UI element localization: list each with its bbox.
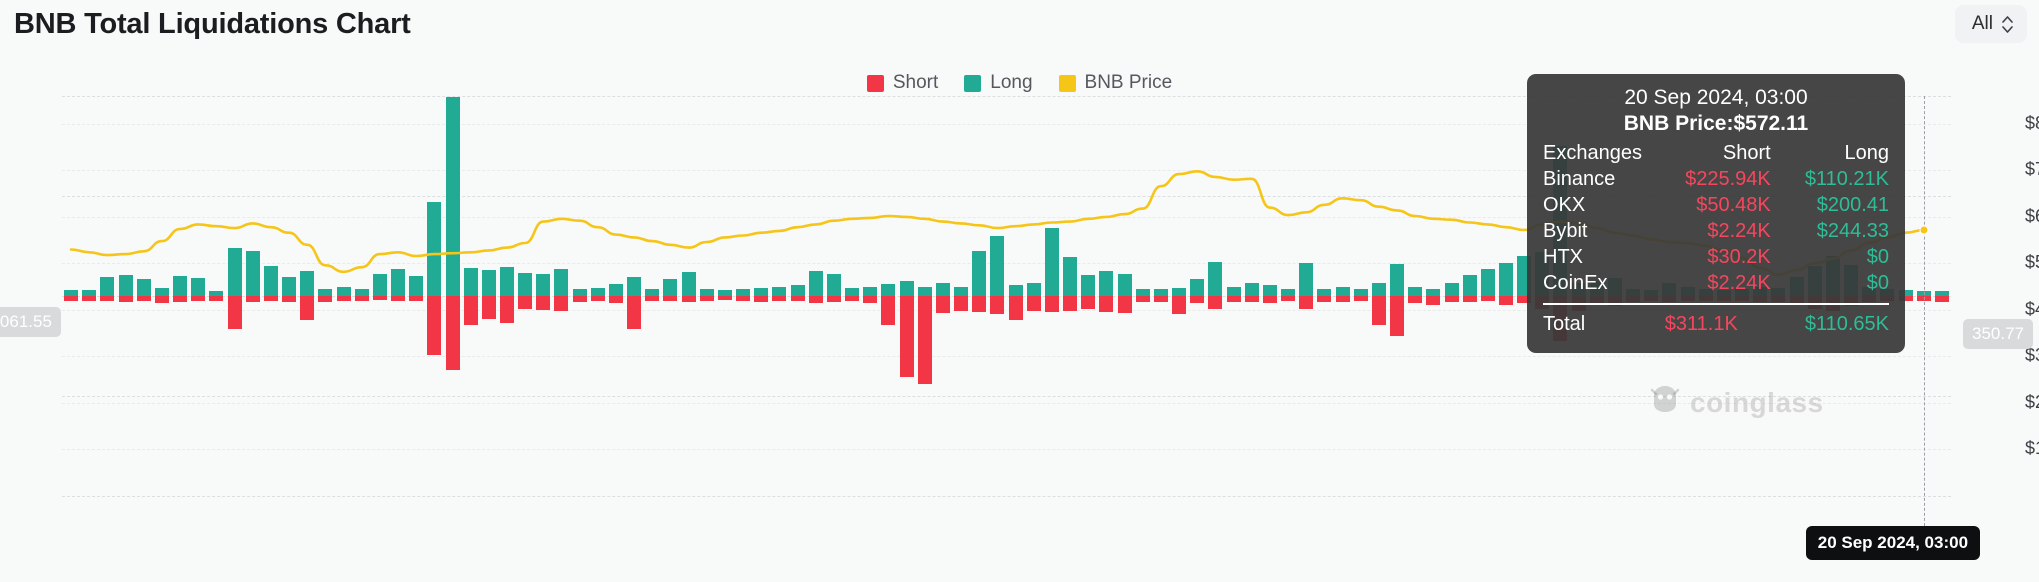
tooltip-long-value: $110.21K — [1787, 166, 1889, 192]
tooltip-long-value: $244.33 — [1787, 218, 1889, 244]
tooltip-col-short: Short — [1663, 140, 1786, 166]
gridline-h — [62, 496, 1951, 497]
tooltip-total-label: Total — [1543, 311, 1611, 337]
tooltip-col-long: Long — [1787, 140, 1889, 166]
tooltip-total-long: $110.65K — [1754, 311, 1889, 337]
tooltip-row: Binance$225.94K$110.21K — [1543, 166, 1889, 192]
legend-label-short: Short — [893, 72, 938, 94]
time-range-select[interactable]: All — [1955, 5, 2027, 43]
tooltip-divider — [1543, 303, 1889, 305]
crosshair-price-marker — [1919, 225, 1928, 234]
tooltip-long-value: $0 — [1787, 244, 1889, 270]
tooltip-exchange-name: CoinEx — [1543, 270, 1663, 296]
legend-swatch-price — [1059, 75, 1076, 92]
chart-header: BNB Total Liquidations Chart All — [0, 0, 2039, 56]
legend-item-short[interactable]: Short — [867, 72, 938, 94]
y-axis-tick-right: $100.00 — [2025, 438, 2039, 459]
tooltip-date: 20 Sep 2024, 03:00 — [1543, 86, 1889, 110]
tooltip-exchange-name: Binance — [1543, 166, 1663, 192]
tooltip-col-exchanges: Exchanges — [1543, 140, 1663, 166]
legend-label-long: Long — [990, 72, 1032, 94]
y-axis-tick-right: $800.00 — [2025, 113, 2039, 134]
tooltip-short-value: $2.24K — [1663, 270, 1786, 296]
tooltip-long-value: $200.41 — [1787, 192, 1889, 218]
chevron-up-down-icon — [2002, 16, 2013, 33]
tooltip-header-row: Exchanges Short Long — [1543, 140, 1889, 166]
tooltip-exchange-name: HTX — [1543, 244, 1663, 270]
crosshair-vertical-line — [1924, 96, 1925, 536]
y-axis-tick-right: $600.00 — [2025, 206, 2039, 227]
tooltip-row: OKX$50.48K$200.41 — [1543, 192, 1889, 218]
tooltip-total-row: Total $311.1K $110.65K — [1543, 311, 1889, 337]
tooltip-short-value: $225.94K — [1663, 166, 1786, 192]
y-axis-tick-right: $400.00 — [2025, 299, 2039, 320]
tooltip-short-value: $30.2K — [1663, 244, 1786, 270]
tooltip-short-value: $2.24K — [1663, 218, 1786, 244]
time-range-value: All — [1972, 13, 1993, 35]
tooltip-exchange-name: Bybit — [1543, 218, 1663, 244]
liquidations-chart-page: BNB Total Liquidations Chart All ShortLo… — [0, 0, 2039, 582]
legend-swatch-short — [867, 75, 884, 92]
tooltip-exchange-name: OKX — [1543, 192, 1663, 218]
tooltip-price: BNB Price:$572.11 — [1543, 112, 1889, 136]
crosshair-right-value: 350.77 — [1963, 319, 2033, 349]
y-axis-tick-right: $500.00 — [2025, 252, 2039, 273]
y-axis-tick-right: $200.00 — [2025, 392, 2039, 413]
crosshair-left-value: -1,182,061.55 — [0, 307, 61, 337]
tooltip-row: CoinEx$2.24K$0 — [1543, 270, 1889, 296]
tooltip-short-value: $50.48K — [1663, 192, 1786, 218]
chart-tooltip: 20 Sep 2024, 03:00 BNB Price:$572.11 Exc… — [1527, 74, 1905, 353]
tooltip-total-table: Total $311.1K $110.65K — [1543, 311, 1889, 337]
page-title: BNB Total Liquidations Chart — [14, 8, 411, 41]
legend-swatch-long — [964, 75, 981, 92]
tooltip-exchange-table: Exchanges Short Long Binance$225.94K$110… — [1543, 140, 1889, 296]
tooltip-total-short: $311.1K — [1611, 311, 1754, 337]
tooltip-long-value: $0 — [1787, 270, 1889, 296]
crosshair-x-value: 20 Sep 2024, 03:00 — [1806, 526, 1980, 560]
y-axis-tick-right: $700.00 — [2025, 159, 2039, 180]
tooltip-row: HTX$30.2K$0 — [1543, 244, 1889, 270]
tooltip-row: Bybit$2.24K$244.33 — [1543, 218, 1889, 244]
legend-label-price: BNB Price — [1085, 72, 1173, 94]
legend-item-long[interactable]: Long — [964, 72, 1032, 94]
legend-item-price[interactable]: BNB Price — [1059, 72, 1173, 94]
